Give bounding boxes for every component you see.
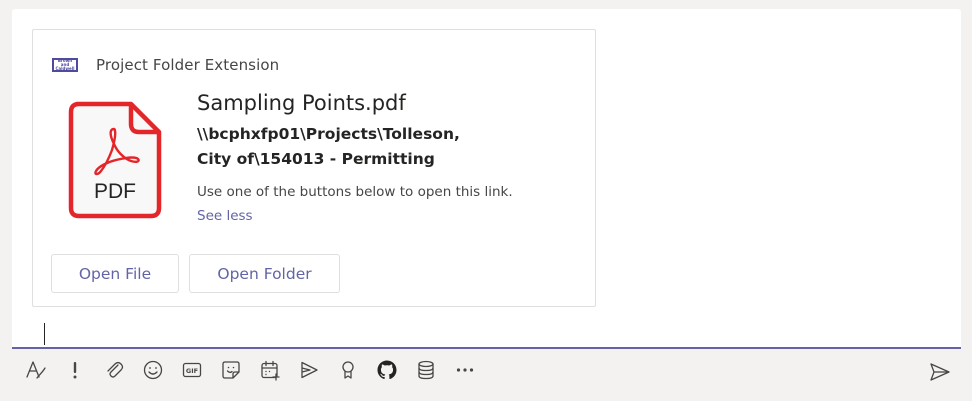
important-icon[interactable] — [63, 358, 87, 382]
file-path: \\bcphxfp01\Projects\Tolleson, City of\1… — [197, 125, 460, 168]
compose-focus-underline — [12, 347, 961, 349]
pdf-file-icon: PDF — [67, 100, 163, 220]
github-icon[interactable] — [375, 358, 399, 382]
gif-icon-label: GIF — [186, 367, 198, 375]
extension-card: Brown and Caldwell Project Folder Extens… — [32, 29, 596, 307]
database-icon[interactable] — [414, 358, 438, 382]
hint-text: Use one of the buttons below to open thi… — [197, 184, 513, 200]
see-less-link[interactable]: See less — [197, 208, 253, 224]
compose-box[interactable]: Brown and Caldwell Project Folder Extens… — [12, 9, 961, 347]
emoji-icon[interactable] — [141, 358, 165, 382]
schedule-meeting-icon[interactable] — [258, 358, 282, 382]
stream-icon[interactable] — [297, 358, 321, 382]
more-options-icon[interactable] — [453, 358, 477, 382]
open-file-button[interactable]: Open File — [51, 254, 179, 293]
brand-logo-text: Brown and Caldwell — [55, 58, 75, 71]
format-icon[interactable] — [24, 358, 48, 382]
send-icon[interactable] — [927, 359, 953, 385]
card-header: Brown and Caldwell Project Folder Extens… — [52, 54, 279, 76]
brand-logo-icon: Brown and Caldwell — [52, 58, 78, 72]
gif-icon[interactable]: GIF — [180, 358, 204, 382]
praise-icon[interactable] — [336, 358, 360, 382]
attach-icon[interactable] — [102, 358, 126, 382]
text-cursor — [44, 323, 45, 345]
sticker-icon[interactable] — [219, 358, 243, 382]
open-folder-button[interactable]: Open Folder — [189, 254, 340, 293]
app-name: Project Folder Extension — [96, 56, 280, 74]
pdf-icon-label: PDF — [94, 180, 136, 203]
file-title: Sampling Points.pdf — [197, 91, 406, 115]
compose-toolbar: GIF — [24, 356, 492, 384]
